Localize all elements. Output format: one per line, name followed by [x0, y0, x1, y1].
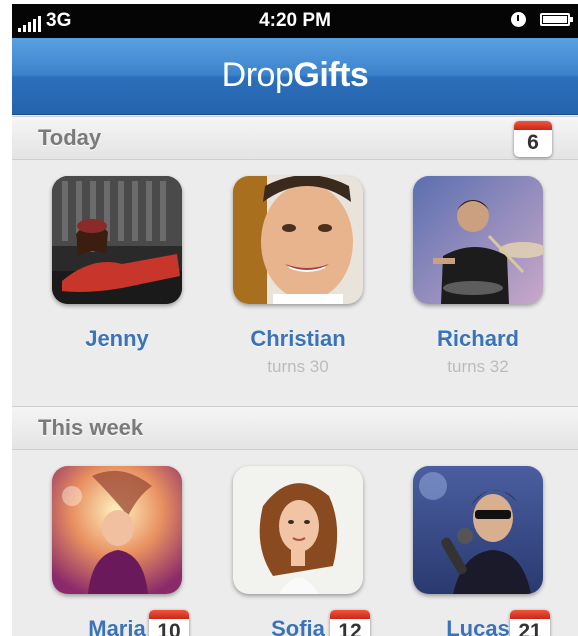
person-card-sofia[interactable]: 12 Sofia [228, 466, 370, 636]
calendar-badge-top [330, 610, 370, 619]
app-title: DropGifts [12, 56, 578, 95]
person-card-maria[interactable]: 10 Maria [47, 466, 189, 636]
person-card-christian[interactable]: Christian turns 30 [228, 176, 368, 377]
person-photo[interactable] [233, 176, 363, 304]
calendar-badge: 21 [510, 610, 550, 636]
section-header-today: Today 6 [12, 116, 578, 160]
phone-screen: 3G 4:20 PM DropGifts Today 6 Jenny Chris… [12, 4, 578, 636]
app-title-part2: Gifts [293, 56, 369, 94]
person-age-subtitle: turns 32 [447, 357, 509, 376]
birthday-date-badge: 12 [330, 610, 372, 636]
calendar-badge-number: 21 [518, 620, 542, 636]
calendar-badge: 6 [514, 121, 552, 157]
status-bar: 3G 4:20 PM [12, 4, 578, 38]
person-name: Jenny [85, 326, 149, 351]
section-header-this-week: This week [12, 406, 578, 450]
calendar-badge: 10 [149, 610, 189, 636]
person-name: Richard [437, 326, 519, 351]
person-photo[interactable] [233, 466, 363, 594]
calendar-badge: 12 [330, 610, 370, 636]
status-time: 4:20 PM [259, 10, 331, 31]
calendar-badge-top [149, 610, 189, 619]
calendar-badge-number: 6 [527, 131, 539, 154]
person-photo[interactable] [413, 466, 543, 594]
person-card-lucas[interactable]: 21 Lucas [408, 466, 550, 636]
person-photo[interactable] [413, 176, 543, 304]
app-title-part1: Drop [221, 56, 294, 94]
section-title: Today [38, 125, 102, 150]
alarm-clock-icon [511, 12, 526, 27]
person-card-jenny[interactable]: Jenny [47, 176, 187, 352]
calendar-badge-top [514, 121, 552, 130]
person-card-richard[interactable]: Richard turns 32 [408, 176, 548, 377]
person-age-subtitle: turns 30 [267, 357, 329, 376]
birthday-date-badge: 10 [149, 610, 191, 636]
navigation-bar: DropGifts [12, 38, 578, 115]
status-right [511, 12, 573, 27]
calendar-badge-number: 10 [157, 620, 181, 636]
calendar-badge-top [510, 610, 550, 619]
person-photo[interactable] [52, 466, 182, 594]
section-title: This week [38, 415, 144, 440]
person-name: Christian [250, 326, 346, 351]
person-photo[interactable] [52, 176, 182, 304]
birthday-date-badge: 21 [510, 610, 552, 636]
battery-icon [540, 13, 573, 26]
calendar-badge-number: 12 [338, 620, 362, 636]
